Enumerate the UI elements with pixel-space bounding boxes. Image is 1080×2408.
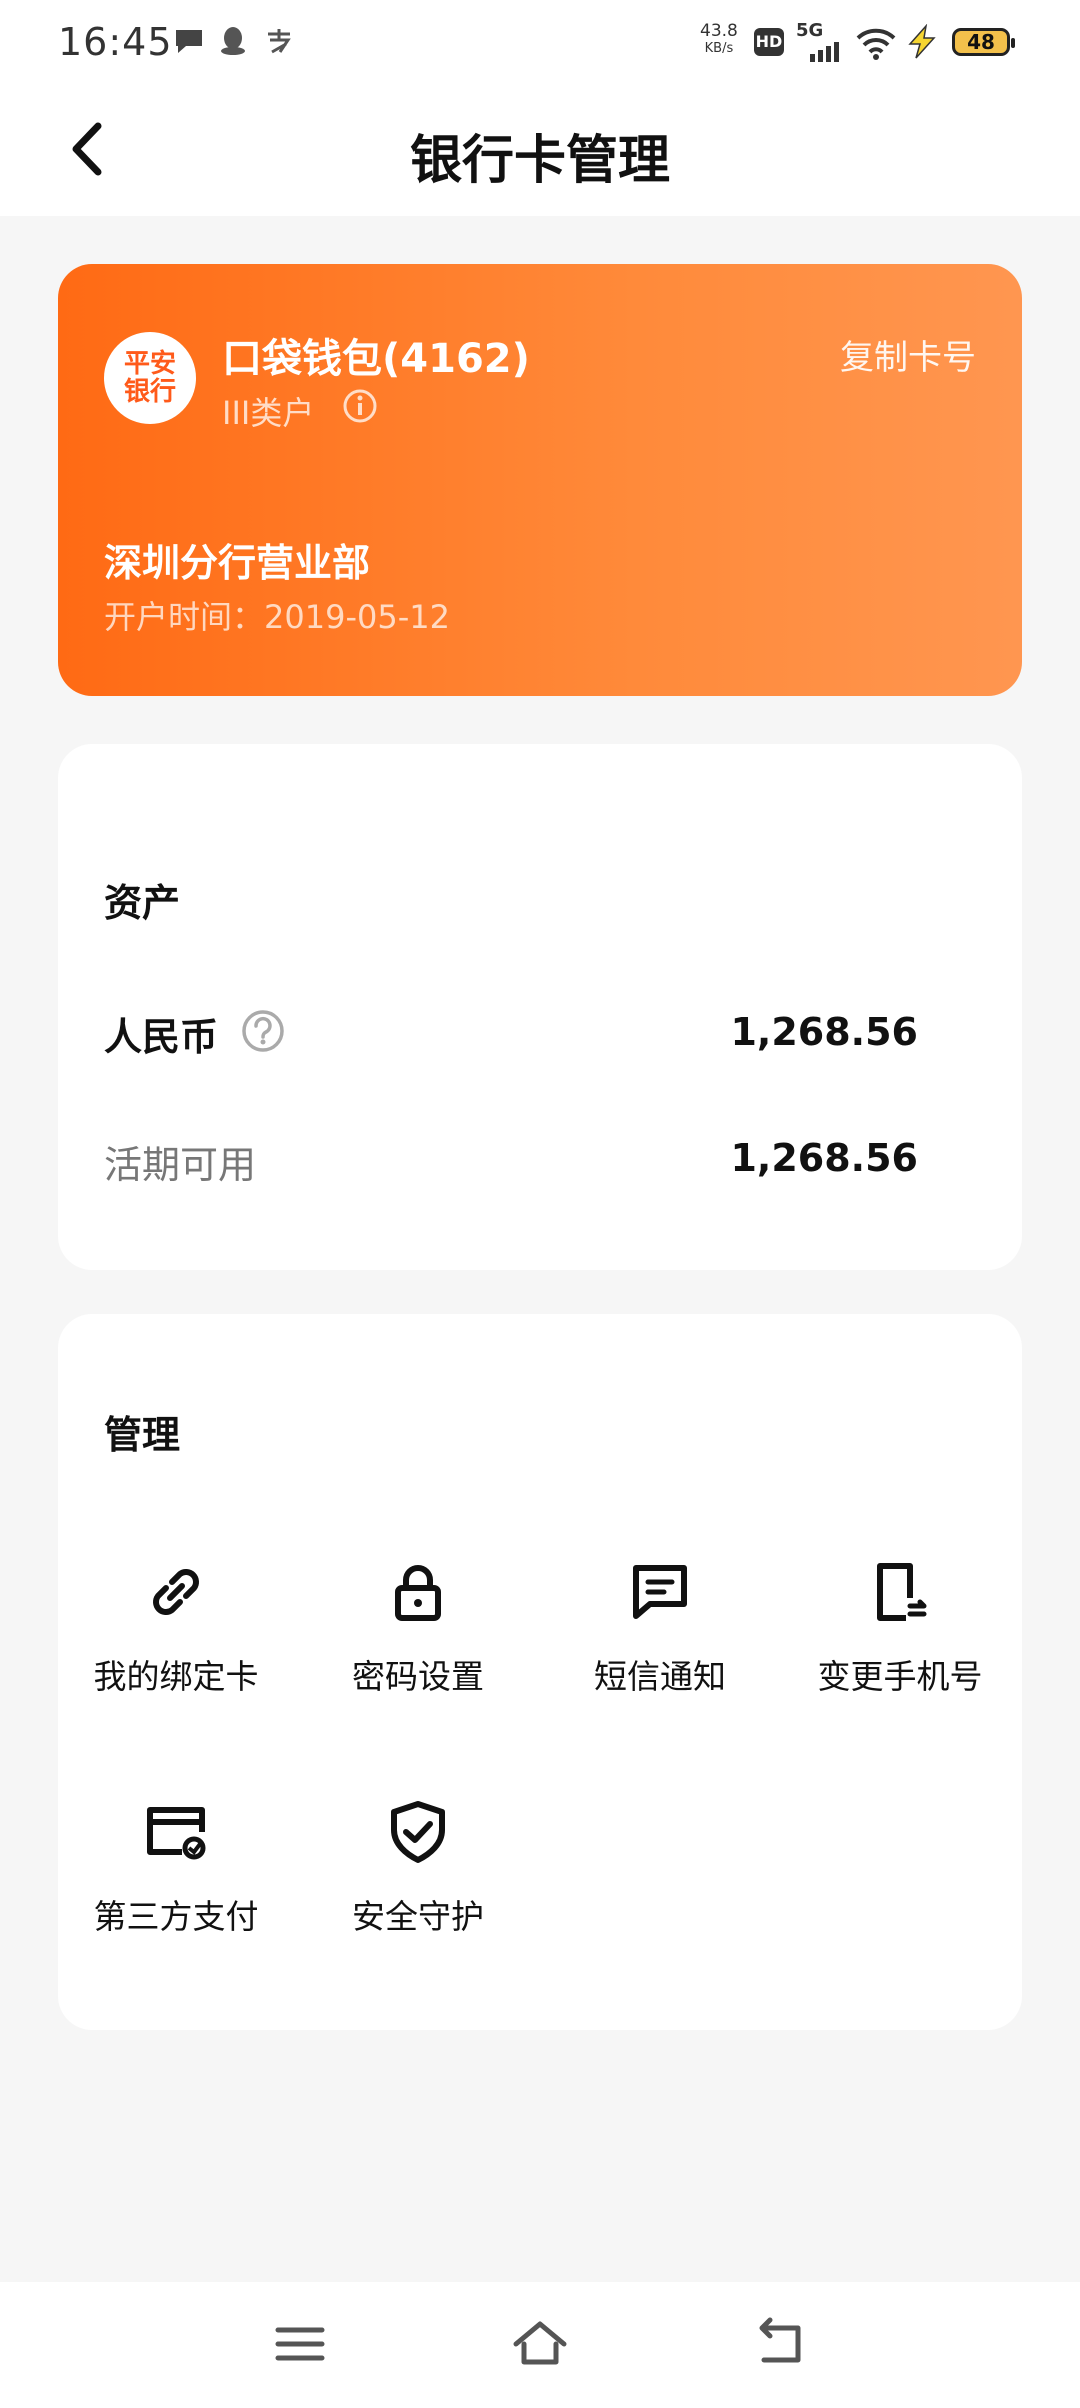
signal-icon [810,42,839,62]
currency-label: 人民币 [104,1015,219,1059]
branch-name: 深圳分行营业部 [104,541,371,585]
header-bar: 银行卡管理 [0,84,1080,216]
available-label: 活期可用 [104,1143,257,1187]
tile-label: 安全守护 [352,1897,484,1936]
status-time: 16:45 [58,20,173,64]
tile-label: 密码设置 [352,1657,484,1696]
third-party-pay-button[interactable]: 第三方支付 [56,1798,296,1998]
link-icon [153,1569,199,1615]
bound-cards-button[interactable]: 我的绑定卡 [56,1558,296,1758]
status-bar: 16:45 43.8 KB/s HD 5G 48 [0,0,1080,84]
system-nav-bar [0,2282,1080,2408]
lock-icon [395,1565,441,1621]
help-icon[interactable] [240,1008,286,1054]
copy-card-number-button[interactable]: 复制卡号 [840,330,976,379]
battery-level: 48 [952,28,1015,56]
card-name: 口袋钱包(4162) [222,336,530,382]
bank-card: 平安 银行 口袋钱包(4162) III类户 复制卡号 深圳分行营业部 开户时间… [58,264,1022,696]
message-icon [633,1565,687,1619]
card-link-icon [147,1807,206,1860]
bank-logo: 平安 银行 [104,332,196,424]
shield-check-icon [391,1801,445,1863]
hd-badge: HD [754,28,784,56]
currency-value: 1,268.56 [730,1010,918,1054]
net-speed: 43.8 KB/s [700,21,738,56]
back-icon[interactable] [750,2314,810,2374]
wifi-icon [856,28,896,60]
password-settings-button[interactable]: 密码设置 [298,1558,538,1758]
penguin-icon [221,27,245,55]
alipay-icon [268,29,291,54]
security-protection-button[interactable]: 安全守护 [298,1798,538,1998]
assets-title: 资产 [104,881,181,925]
manage-title: 管理 [104,1413,181,1457]
info-icon[interactable] [342,388,378,424]
page-title: 银行卡管理 [409,131,670,191]
account-type: III类户 [222,394,315,432]
home-icon[interactable] [510,2314,570,2374]
tile-label: 我的绑定卡 [93,1657,259,1696]
chat-bubble-icon [176,30,202,53]
network-type: 5G [796,20,824,41]
charging-icon [908,24,936,59]
assets-panel: 资产 人民币 1,268.56 活期可用 1,268.56 [58,744,1022,1270]
available-value: 1,268.56 [730,1136,918,1180]
sms-notification-button[interactable]: 短信通知 [540,1558,780,1758]
manage-panel: 管理 我的绑定卡 密码设置 短信通知 变更手机号 第三方支付 安全守护 [58,1314,1022,2030]
menu-icon[interactable] [270,2314,330,2374]
tile-label: 第三方支付 [93,1897,259,1936]
phone-swap-icon [877,1563,927,1621]
tile-label: 短信通知 [594,1657,726,1696]
open-date: 开户时间：2019-05-12 [104,598,450,636]
change-phone-button[interactable]: 变更手机号 [780,1558,1020,1758]
tile-label: 变更手机号 [817,1657,983,1696]
